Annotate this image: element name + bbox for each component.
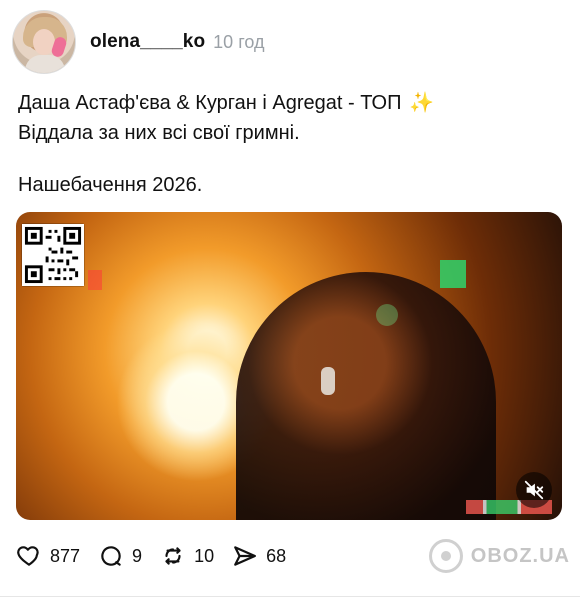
stage-red-light xyxy=(88,270,102,290)
shares-count: 68 xyxy=(266,545,287,566)
send-icon xyxy=(234,546,256,566)
watermark-text: OBOZ.UA xyxy=(470,544,570,567)
avatar-body xyxy=(25,55,65,73)
watermark: OBOZ.UA xyxy=(428,539,570,573)
post-text-line-1: Даша Астаф'єва & Курган і Agregat - ТОП … xyxy=(18,88,558,118)
mute-button[interactable] xyxy=(516,472,552,508)
share-action[interactable]: 68 xyxy=(232,543,286,569)
heart-icon xyxy=(17,546,39,566)
post-text-line-2: Віддала за них всі свої гримні. xyxy=(18,122,300,144)
performer xyxy=(236,272,496,520)
like-action[interactable]: 877 xyxy=(16,543,80,569)
sparkles-icon: ✨ xyxy=(409,92,434,114)
avatar[interactable] xyxy=(12,10,76,74)
post-time: 10 год xyxy=(213,31,265,52)
qr-code-icon xyxy=(22,224,84,286)
reposts-count: 10 xyxy=(194,545,215,566)
stage-green-glow xyxy=(376,304,398,326)
divider xyxy=(0,596,580,597)
stage-green-light xyxy=(440,260,466,288)
post-text-line-1-text: Даша Астаф'єва & Курган і Agregat - ТОП xyxy=(18,92,402,114)
muted-speaker-icon xyxy=(524,480,544,500)
comments-count: 9 xyxy=(132,545,143,566)
video-player[interactable] xyxy=(16,212,562,520)
repost-icon xyxy=(165,547,181,565)
post-header: olena____ko 10 год xyxy=(12,10,264,74)
watermark-logo-dot xyxy=(440,551,451,561)
likes-count: 877 xyxy=(50,545,81,566)
post-text-line-3: Нашебачення 2026. xyxy=(18,174,203,196)
repost-action[interactable]: 10 xyxy=(160,543,214,569)
post-text: Даша Астаф'єва & Курган і Agregat - ТОП … xyxy=(18,88,558,148)
microphone xyxy=(321,367,335,395)
comment-icon xyxy=(101,546,121,566)
comment-action[interactable]: 9 xyxy=(98,543,142,569)
watermark-logo xyxy=(428,539,463,573)
username[interactable]: olena____ko xyxy=(90,31,205,53)
post-actions: 877 9 10 68 xyxy=(16,536,286,576)
